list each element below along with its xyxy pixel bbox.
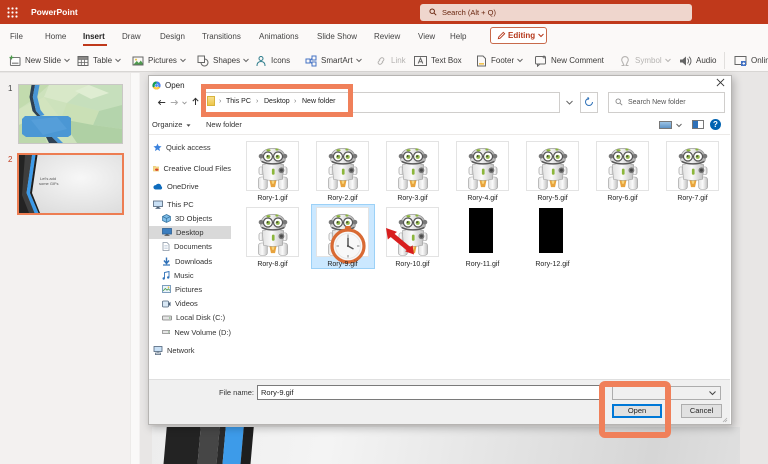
svg-text:some GIFs: some GIFs xyxy=(39,181,59,186)
